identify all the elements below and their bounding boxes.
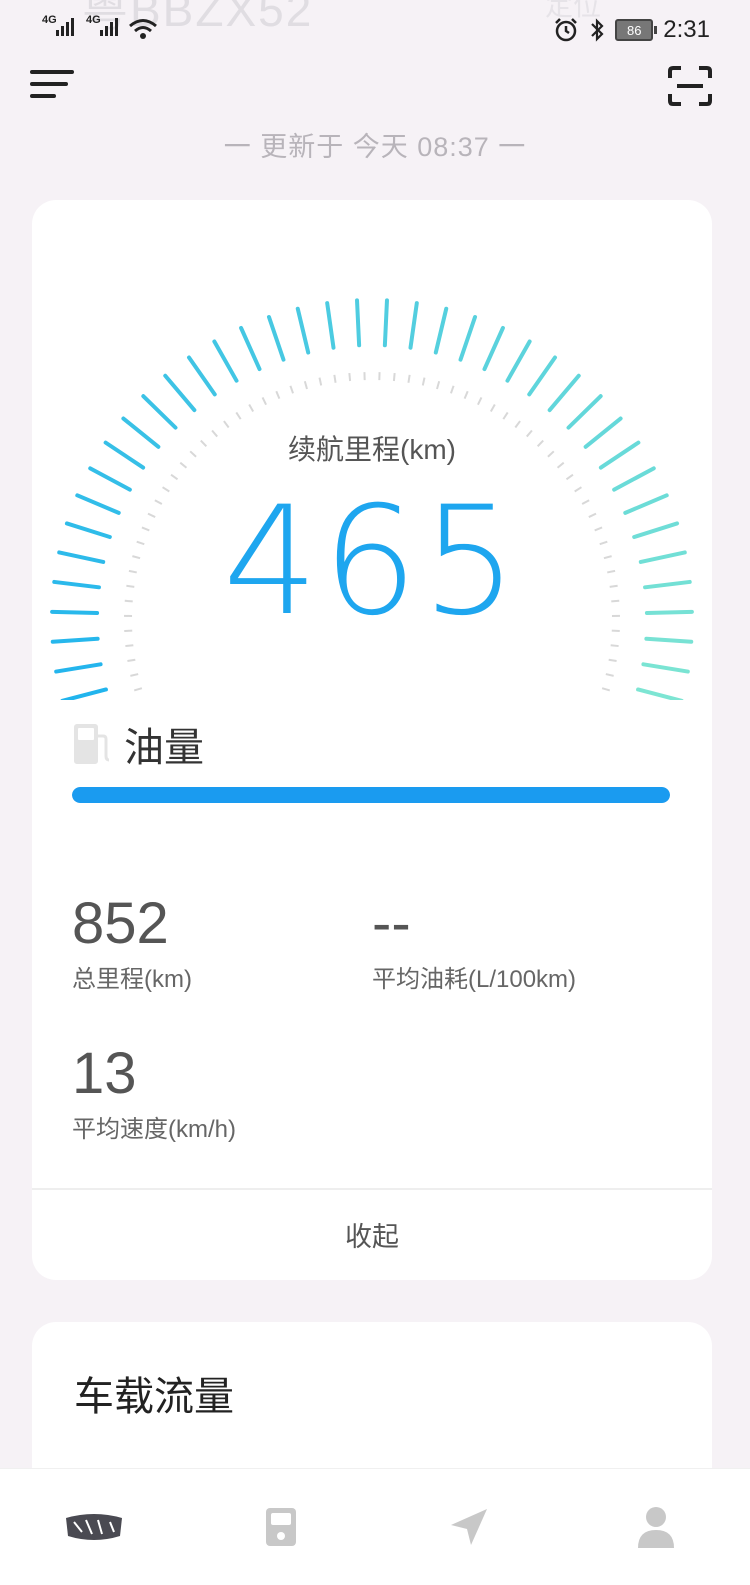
status-bar: 粤BBZX52 定位 4G 4G 86 2:31 (0, 0, 750, 60)
gauge-minor-tick (394, 373, 395, 381)
tab-navigation[interactable] (429, 1487, 509, 1567)
avg-speed-value: 13 (72, 1040, 236, 1107)
fuel-level-fill (72, 787, 670, 803)
gauge-minor-tick (276, 391, 279, 398)
gauge-minor-tick (236, 412, 240, 419)
gauge-minor-tick (224, 421, 229, 427)
car-brand-icon (64, 1512, 124, 1542)
alarm-icon (553, 17, 579, 43)
wifi-icon (128, 18, 158, 40)
gauge-tick (569, 396, 601, 427)
gauge-minor-tick (408, 375, 409, 383)
gauge-tick (484, 328, 502, 369)
menu-icon[interactable] (30, 70, 74, 104)
top-header (0, 60, 750, 120)
gauge-tick (241, 328, 259, 369)
gauge-tick (56, 664, 100, 671)
tab-fuel[interactable] (241, 1487, 321, 1567)
range-label: 续航里程(km) (32, 428, 712, 468)
gauge-minor-tick (602, 688, 610, 690)
collapse-button[interactable]: 收起 (32, 1215, 712, 1254)
gauge-minor-tick (290, 386, 293, 394)
avg-speed-label: 平均速度(km/h) (72, 1109, 236, 1144)
network-type-1: 4G (42, 14, 57, 26)
bottom-tab-bar (0, 1468, 750, 1585)
gauge-minor-tick (451, 386, 454, 394)
gauge-minor-tick (437, 381, 439, 389)
gauge-minor-tick (465, 391, 468, 398)
gauge-tick (529, 357, 555, 394)
gauge-tick (436, 309, 446, 353)
gauge-minor-tick (478, 397, 482, 404)
clock: 2:31 (663, 16, 710, 44)
gauge-minor-tick (319, 378, 321, 386)
scan-icon[interactable] (668, 66, 712, 106)
bluetooth-icon (589, 17, 605, 43)
gauge-tick (189, 357, 215, 394)
gauge-minor-tick (606, 674, 614, 676)
gauge-tick (214, 342, 236, 381)
battery-icon: 86 (615, 19, 653, 41)
network-type-2: 4G (86, 14, 101, 26)
fuel-level-bar (72, 787, 670, 803)
avg-speed-stat: 13 平均速度(km/h) (72, 1040, 236, 1144)
total-mileage-value: 852 (72, 890, 192, 957)
gauge-minor-tick (334, 375, 335, 383)
gauge-tick (507, 342, 529, 381)
gauge-minor-tick (423, 378, 425, 386)
avg-fuel-value: -- (372, 890, 576, 957)
gauge-tick (385, 300, 387, 345)
divider (32, 1188, 712, 1190)
gauge-minor-tick (305, 381, 307, 389)
avg-fuel-label: 平均油耗(L/100km) (372, 959, 576, 994)
vehicle-status-card: 续航里程(km) 465 油量 852 总里程(km) -- 平均油耗(L/10… (32, 200, 712, 1280)
gauge-tick (327, 303, 333, 348)
status-right: 86 2:31 (553, 16, 710, 44)
gauge-minor-tick (515, 421, 520, 427)
gauge-tick (638, 689, 682, 700)
gauge-minor-tick (349, 373, 350, 381)
gauge-tick (550, 376, 579, 410)
gauge-tick (461, 317, 475, 360)
profile-icon (637, 1506, 675, 1548)
total-mileage-label: 总里程(km) (72, 959, 192, 994)
fuel-icon (72, 722, 112, 766)
gauge-minor-tick (249, 405, 253, 412)
fuel-label: 油量 (124, 715, 204, 773)
tab-car[interactable] (54, 1487, 134, 1567)
gauge-tick (62, 689, 106, 700)
gauge-tick (143, 396, 175, 427)
avg-fuel-stat: -- 平均油耗(L/100km) (372, 890, 576, 994)
gas-pump-icon (264, 1506, 298, 1548)
gauge-tick (269, 317, 283, 360)
tab-profile[interactable] (616, 1487, 696, 1567)
gauge-minor-tick (491, 405, 495, 412)
signal-2-icon (100, 18, 118, 36)
gauge-minor-tick (263, 397, 267, 404)
data-traffic-title: 车载流量 (74, 1364, 234, 1422)
gauge-tick (643, 664, 687, 671)
gauge-minor-tick (127, 660, 135, 661)
total-mileage-stat: 852 总里程(km) (72, 890, 192, 994)
gauge-tick (165, 376, 194, 410)
gauge-tick (357, 300, 359, 345)
navigation-icon (449, 1507, 489, 1547)
fuel-header: 油量 (72, 715, 204, 773)
gauge-minor-tick (130, 674, 138, 676)
battery-level: 86 (627, 23, 641, 38)
update-time: 一 更新于 今天 08:37 一 (0, 125, 750, 164)
gauge-tick (298, 309, 308, 353)
gauge-minor-tick (503, 412, 507, 419)
signal-1-icon (56, 18, 74, 36)
gauge-minor-tick (134, 688, 142, 690)
gauge-tick (411, 303, 417, 348)
range-value: 465 (32, 475, 712, 649)
gauge-minor-tick (609, 660, 617, 661)
